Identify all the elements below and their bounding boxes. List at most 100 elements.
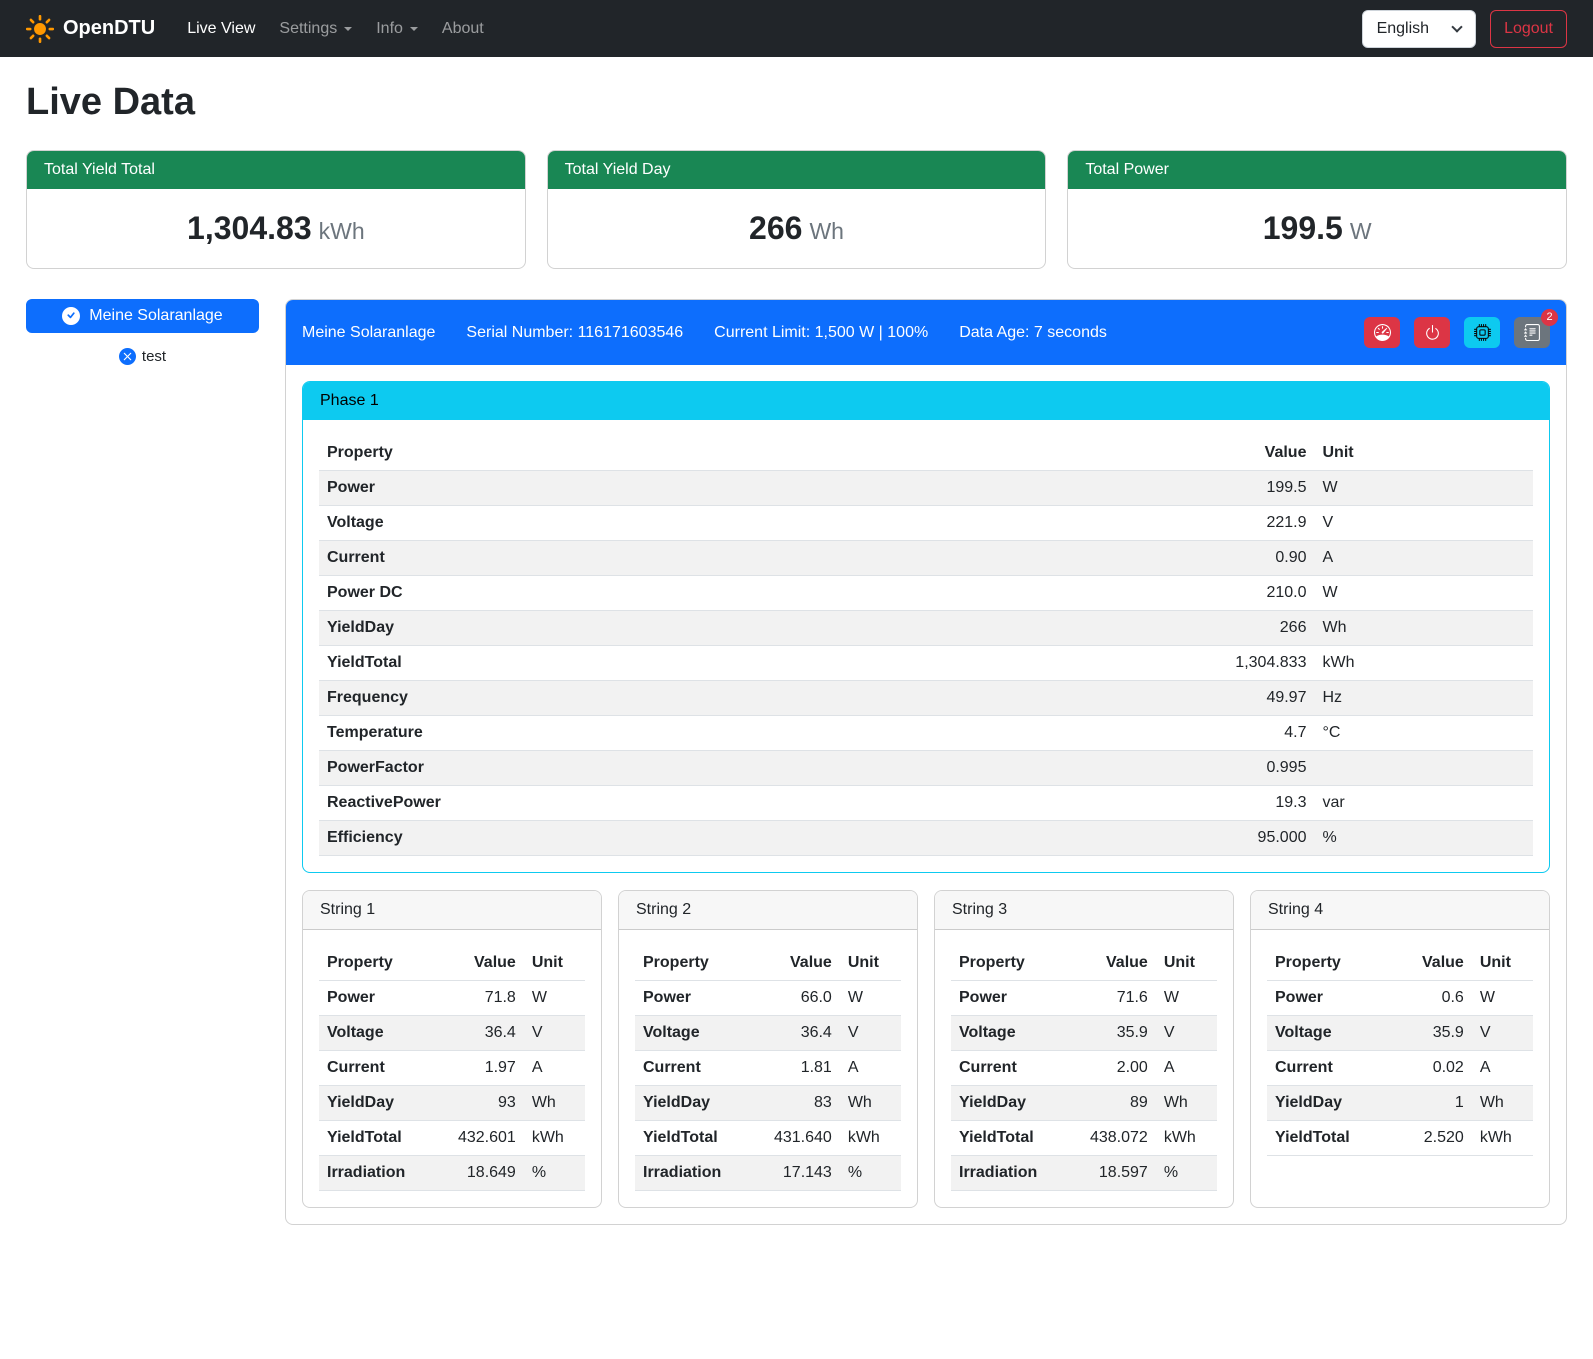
inverter-panel-body: Phase 1 Property Value Unit Power199.5WV… bbox=[286, 365, 1566, 1224]
property-cell: YieldDay bbox=[319, 611, 1132, 646]
property-cell: Power bbox=[635, 981, 752, 1016]
phase-body: Property Value Unit Power199.5WVoltage22… bbox=[303, 420, 1549, 872]
property-cell: Efficiency bbox=[319, 821, 1132, 856]
value-cell: 1,304.833 bbox=[1132, 646, 1314, 681]
column-header-unit: Unit bbox=[524, 946, 585, 981]
logout-button[interactable]: Logout bbox=[1490, 10, 1567, 48]
limit-settings-button[interactable] bbox=[1364, 317, 1400, 348]
value-cell: 35.9 bbox=[1068, 1016, 1156, 1051]
total-yield-day-card: Total Yield Day 266Wh bbox=[547, 150, 1047, 269]
table-row: Current0.02A bbox=[1267, 1051, 1533, 1086]
nav-links: Live View Settings Info About bbox=[175, 12, 496, 46]
value-cell: 36.4 bbox=[436, 1016, 524, 1051]
nav-right: English Logout bbox=[1362, 10, 1567, 48]
property-cell: Power bbox=[951, 981, 1068, 1016]
language-select[interactable]: English bbox=[1362, 10, 1476, 48]
string-table: Property Value Unit Power71.6WVoltage35.… bbox=[951, 946, 1217, 1191]
unit-cell: W bbox=[1472, 981, 1533, 1016]
unit-cell: % bbox=[840, 1156, 901, 1191]
unit-cell: kWh bbox=[840, 1121, 901, 1156]
card-title: Total Power bbox=[1068, 151, 1566, 189]
table-row: YieldDay266Wh bbox=[319, 611, 1533, 646]
value-cell: 35.9 bbox=[1384, 1016, 1472, 1051]
string-body: Property Value Unit Power71.6WVoltage35.… bbox=[935, 930, 1233, 1207]
string-1-card: String 1 Property Value Unit bbox=[302, 890, 602, 1208]
inverter-panel-header: Meine Solaranlage Serial Number: 1161716… bbox=[286, 300, 1566, 365]
string-title: String 3 bbox=[935, 891, 1233, 930]
unit-cell: % bbox=[1314, 821, 1533, 856]
inverter-select-button[interactable]: Meine Solaranlage bbox=[26, 299, 259, 333]
property-cell: Irradiation bbox=[951, 1156, 1068, 1191]
property-cell: Power bbox=[319, 981, 436, 1016]
unit-cell: W bbox=[1314, 576, 1533, 611]
unit-cell: A bbox=[1314, 541, 1533, 576]
brand-label: OpenDTU bbox=[63, 17, 155, 40]
unit-cell: W bbox=[840, 981, 901, 1016]
value-cell: 266 bbox=[1132, 611, 1314, 646]
nav-settings[interactable]: Settings bbox=[267, 12, 364, 46]
card-body: 266Wh bbox=[548, 189, 1046, 268]
property-cell: Frequency bbox=[319, 681, 1132, 716]
unit-cell: V bbox=[524, 1016, 585, 1051]
unit-cell: % bbox=[1156, 1156, 1217, 1191]
value-cell: 221.9 bbox=[1132, 506, 1314, 541]
power-toggle-button[interactable] bbox=[1414, 317, 1450, 348]
unit-cell: Wh bbox=[1314, 611, 1533, 646]
table-row: Current0.90A bbox=[319, 541, 1533, 576]
test-item[interactable]: test bbox=[26, 348, 259, 365]
string-table: Property Value Unit Power0.6WVoltage35.9… bbox=[1267, 946, 1533, 1156]
property-cell: Current bbox=[951, 1051, 1068, 1086]
value-cell: 36.4 bbox=[752, 1016, 840, 1051]
unit-cell: Wh bbox=[840, 1086, 901, 1121]
property-cell: YieldTotal bbox=[1267, 1121, 1384, 1156]
table-row: Irradiation18.597% bbox=[951, 1156, 1217, 1191]
value-cell: 71.6 bbox=[1068, 981, 1156, 1016]
column-header-value: Value bbox=[1068, 946, 1156, 981]
column-header-unit: Unit bbox=[1472, 946, 1533, 981]
nav-about[interactable]: About bbox=[430, 12, 496, 46]
value-cell: 66.0 bbox=[752, 981, 840, 1016]
data-age: Data Age: 7 seconds bbox=[959, 324, 1107, 342]
property-cell: Irradiation bbox=[635, 1156, 752, 1191]
property-cell: Current bbox=[635, 1051, 752, 1086]
phase-table-body: Power199.5WVoltage221.9VCurrent0.90APowe… bbox=[319, 471, 1533, 856]
property-cell: Voltage bbox=[635, 1016, 752, 1051]
card-unit: kWh bbox=[319, 218, 365, 244]
string-body: Property Value Unit Power66.0WVoltage36.… bbox=[619, 930, 917, 1207]
cpu-icon bbox=[1474, 324, 1491, 341]
value-cell: 89 bbox=[1068, 1086, 1156, 1121]
table-row: Voltage35.9V bbox=[951, 1016, 1217, 1051]
check-circle-icon bbox=[62, 307, 80, 325]
nav-settings-label: Settings bbox=[279, 20, 337, 38]
card-value: 1,304.83 bbox=[187, 210, 312, 246]
property-cell: YieldTotal bbox=[319, 646, 1132, 681]
navbar: OpenDTU Live View Settings Info About En… bbox=[0, 0, 1593, 57]
value-cell: 18.649 bbox=[436, 1156, 524, 1191]
unit-cell: V bbox=[1314, 506, 1533, 541]
property-cell: YieldDay bbox=[635, 1086, 752, 1121]
value-cell: 93 bbox=[436, 1086, 524, 1121]
brand[interactable]: OpenDTU bbox=[26, 15, 155, 43]
property-cell: Current bbox=[319, 541, 1132, 576]
table-row: Power0.6W bbox=[1267, 981, 1533, 1016]
table-row: Temperature4.7°C bbox=[319, 716, 1533, 751]
value-cell: 49.97 bbox=[1132, 681, 1314, 716]
nav-info[interactable]: Info bbox=[364, 12, 430, 46]
string-title: String 1 bbox=[303, 891, 601, 930]
string-table-body: Power71.8WVoltage36.4VCurrent1.97AYieldD… bbox=[319, 981, 585, 1191]
value-cell: 2.00 bbox=[1068, 1051, 1156, 1086]
card-unit: Wh bbox=[809, 218, 844, 244]
table-row: YieldDay93Wh bbox=[319, 1086, 585, 1121]
power-icon bbox=[1424, 324, 1441, 341]
value-cell: 438.072 bbox=[1068, 1121, 1156, 1156]
phase-table: Property Value Unit Power199.5WVoltage22… bbox=[319, 436, 1533, 856]
unit-cell: Hz bbox=[1314, 681, 1533, 716]
event-log-button[interactable]: 2 bbox=[1514, 317, 1550, 348]
unit-cell: Wh bbox=[1156, 1086, 1217, 1121]
device-info-button[interactable] bbox=[1464, 317, 1500, 348]
table-row: YieldDay1Wh bbox=[1267, 1086, 1533, 1121]
unit-cell bbox=[1314, 751, 1533, 786]
nav-live-view[interactable]: Live View bbox=[175, 12, 267, 46]
value-cell: 4.7 bbox=[1132, 716, 1314, 751]
property-cell: Current bbox=[319, 1051, 436, 1086]
